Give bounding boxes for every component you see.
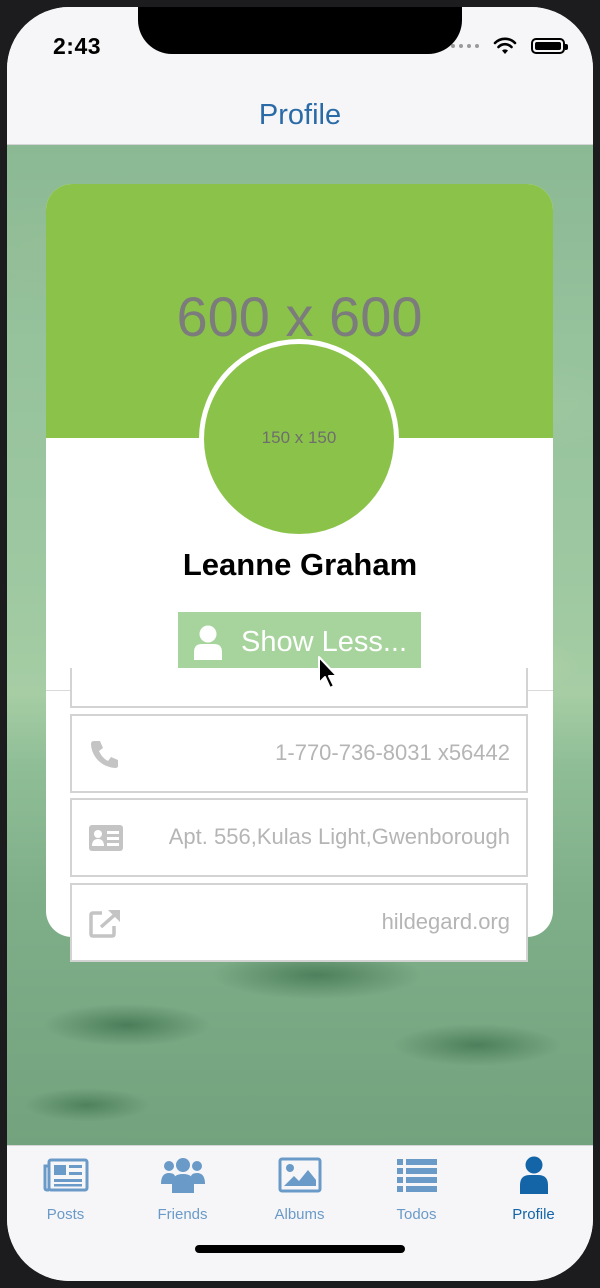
user-icon [519, 1156, 548, 1194]
status-bar: 2:43 [7, 7, 593, 97]
tab-albums[interactable]: Albums [241, 1156, 358, 1226]
avatar-placeholder-text: 150 x 150 [261, 428, 337, 447]
website-value: hildegard.org [381, 909, 510, 934]
tab-posts[interactable]: Posts [7, 1156, 124, 1226]
device-notch [138, 7, 462, 54]
tab-friends[interactable]: Friends [124, 1156, 241, 1226]
tab-bar: Posts Friends Albums Todos Profile [7, 1145, 593, 1281]
signal-icon [451, 44, 479, 48]
tab-posts-label: Posts [46, 1206, 85, 1223]
address-card-icon [89, 825, 123, 851]
battery-icon [531, 38, 568, 54]
image-icon [278, 1157, 321, 1193]
external-link-icon [89, 910, 120, 938]
show-less-button[interactable]: Show Less... [178, 612, 421, 672]
tab-todos-label: Todos [396, 1206, 437, 1223]
list-icon [396, 1159, 437, 1192]
mouse-cursor-icon [318, 656, 338, 689]
tab-albums-label: Albums [274, 1206, 325, 1223]
navigation-bar: Profile [7, 97, 593, 145]
page-title: Profile [258, 99, 342, 131]
show-less-label: Show Less... [241, 625, 408, 658]
tab-friends-label: Friends [157, 1206, 208, 1223]
phone-screen: 2:43 Profile 600 x 600 150 x 150 Leanne [7, 7, 593, 1281]
address-row[interactable]: Apt. 556,Kulas Light,Gwenborough [70, 798, 528, 877]
tab-todos[interactable]: Todos [358, 1156, 475, 1226]
tab-profile[interactable]: Profile [475, 1156, 592, 1226]
avatar: 150 x 150 [199, 339, 399, 539]
phone-value: 1-770-736-8031 x56442 [275, 740, 510, 765]
status-time: 2:43 [53, 33, 102, 59]
website-row[interactable]: hildegard.org [70, 883, 528, 962]
wifi-icon [493, 37, 517, 54]
home-indicator[interactable] [195, 1245, 405, 1253]
user-icon [194, 625, 222, 660]
profile-name: Leanne Graham [182, 547, 418, 582]
users-icon [160, 1158, 205, 1193]
tab-profile-label: Profile [512, 1206, 555, 1223]
address-value: Apt. 556,Kulas Light,Gwenborough [168, 824, 510, 849]
phone-row[interactable]: 1-770-736-8031 x56442 [70, 714, 528, 793]
phone-icon [91, 741, 118, 768]
status-icons [451, 35, 568, 57]
info-row-hidden [70, 668, 528, 708]
newspaper-icon [43, 1158, 88, 1192]
